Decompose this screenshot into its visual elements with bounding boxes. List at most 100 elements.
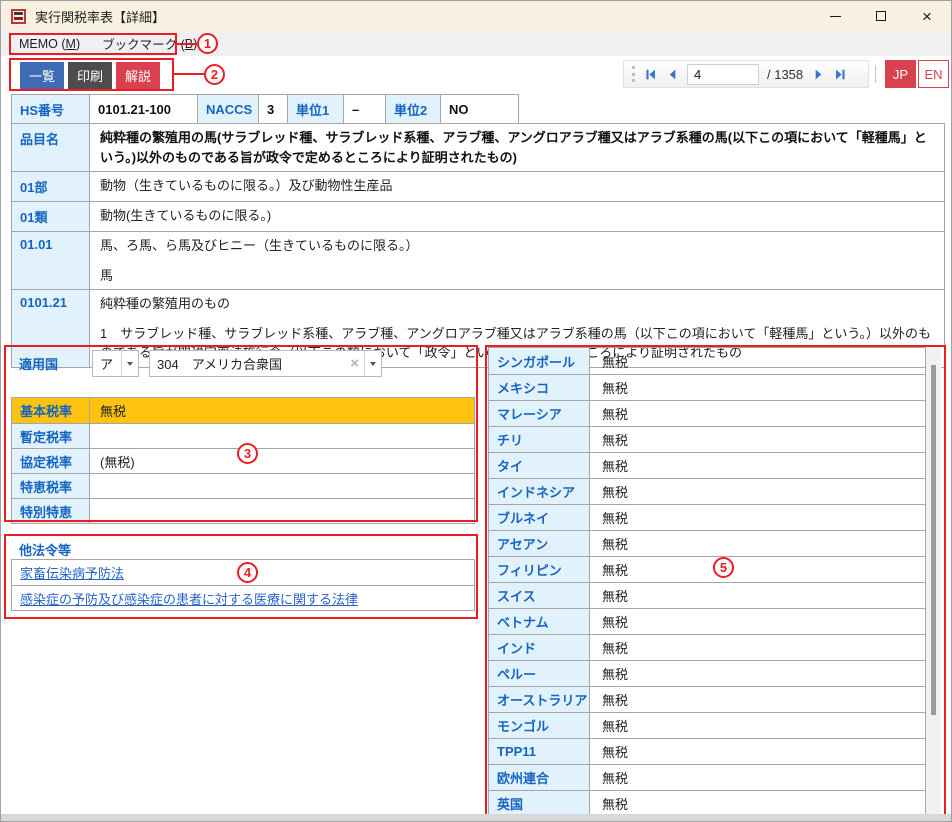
language-jp-button[interactable]: JP bbox=[885, 60, 916, 88]
country-rate: 無税 bbox=[590, 348, 925, 374]
ldc-rate-label: 特別特恵 bbox=[12, 499, 90, 523]
scrollbar-thumb[interactable] bbox=[931, 365, 936, 715]
pager-grip-icon[interactable] bbox=[632, 66, 635, 82]
table-row: オーストラリア無税 bbox=[489, 686, 925, 712]
heading-line-2: 馬 bbox=[100, 266, 934, 286]
menu-memo-close: ) bbox=[76, 37, 80, 51]
item-name-row: 品目名 純粋種の繁殖用の馬(サラブレッド種、サラブレッド系種、アラブ種、アングロ… bbox=[12, 124, 944, 171]
hs-header-row: HS番号 0101.21-100 NACCS 3 単位1 – 単位2 NO bbox=[11, 94, 519, 124]
country-name: マレーシア bbox=[489, 401, 590, 426]
rate-row-temporary: 暫定税率 bbox=[12, 423, 474, 448]
chevron-down-icon[interactable] bbox=[364, 351, 381, 376]
naccs-label: NACCS bbox=[198, 95, 259, 123]
country-rate: 無税 bbox=[590, 401, 925, 426]
country-rate: 無税 bbox=[590, 635, 925, 660]
wto-rate-label: 協定税率 bbox=[12, 449, 90, 473]
app-icon bbox=[11, 9, 26, 24]
menu-item-memo[interactable]: MEMO (M) bbox=[8, 31, 91, 56]
explain-button[interactable]: 解説 bbox=[116, 62, 160, 89]
country-name: チリ bbox=[489, 427, 590, 452]
table-row: インド無税 bbox=[489, 634, 925, 660]
hs-detail-table: HS番号 0101.21-100 NACCS 3 単位1 – 単位2 NO 品目… bbox=[11, 94, 945, 368]
table-row: タイ無税 bbox=[489, 452, 925, 478]
window-bottom-strip bbox=[1, 814, 951, 821]
law-row: 家畜伝染病予防法 bbox=[12, 560, 474, 585]
list-button[interactable]: 一覧 bbox=[20, 62, 64, 89]
law-link-infectious[interactable]: 感染症の予防及び感染症の患者に対する医療に関する法律 bbox=[20, 589, 358, 608]
country-name: ペルー bbox=[489, 661, 590, 686]
chapter-text: 動物(生きているものに限る。) bbox=[90, 202, 944, 231]
triangle-glyph bbox=[370, 362, 376, 366]
table-row: 英国無税 bbox=[489, 790, 925, 816]
country-index-select[interactable]: ア bbox=[92, 350, 139, 377]
country-rate: 無税 bbox=[590, 687, 925, 712]
country-index-value: ア bbox=[93, 354, 121, 373]
subheading-line-1: 純粋種の繁殖用のもの bbox=[100, 294, 934, 314]
country-select[interactable]: 304 アメリカ合衆国 × bbox=[149, 350, 382, 377]
next-page-button[interactable] bbox=[811, 67, 825, 81]
unit1-value: – bbox=[344, 95, 386, 123]
clear-icon[interactable]: × bbox=[345, 355, 364, 372]
unit2-label: 単位2 bbox=[386, 95, 441, 123]
temporary-rate-value bbox=[90, 424, 474, 448]
epa-rates-table: シンガポール無税 メキシコ無税 マレーシア無税 チリ無税 タイ無税 インドネシア… bbox=[488, 347, 926, 817]
country-name: モンゴル bbox=[489, 713, 590, 738]
maximize-icon bbox=[876, 11, 886, 21]
table-row: 欧州連合無税 bbox=[489, 764, 925, 790]
page-number-input[interactable] bbox=[687, 64, 759, 85]
ldc-rate-value bbox=[90, 499, 474, 523]
triangle-glyph bbox=[127, 362, 133, 366]
country-rate: 無税 bbox=[590, 375, 925, 400]
last-page-button[interactable] bbox=[833, 67, 847, 81]
law-row: 感染症の予防及び感染症の患者に対する医療に関する法律 bbox=[12, 585, 474, 610]
menu-bookmark-text: ブックマーク ( bbox=[102, 34, 185, 53]
country-name: 英国 bbox=[489, 791, 590, 816]
table-row: ペルー無税 bbox=[489, 660, 925, 686]
country-name: オーストラリア bbox=[489, 687, 590, 712]
basic-rate-label: 基本税率 bbox=[12, 398, 90, 423]
basic-rate-value: 無税 bbox=[90, 398, 474, 423]
print-button[interactable]: 印刷 bbox=[68, 62, 112, 89]
country-name: メキシコ bbox=[489, 375, 590, 400]
country-rate: 無税 bbox=[590, 453, 925, 478]
country-rate: 無税 bbox=[590, 713, 925, 738]
first-page-button[interactable] bbox=[643, 67, 657, 81]
other-laws-title: 他法令等 bbox=[19, 540, 71, 559]
chevron-down-icon[interactable] bbox=[121, 351, 138, 376]
language-en-button[interactable]: EN bbox=[918, 60, 949, 88]
table-row: ブルネイ無税 bbox=[489, 504, 925, 530]
menu-memo-accesskey: M bbox=[66, 37, 76, 51]
table-row: マレーシア無税 bbox=[489, 400, 925, 426]
heading-row: 01.01 馬、ろ馬、ら馬及びヒニー（生きているものに限る。） 馬 bbox=[12, 231, 944, 289]
unit2-value: NO bbox=[441, 95, 518, 123]
country-rate: 無税 bbox=[590, 661, 925, 686]
country-rate: 無税 bbox=[590, 765, 925, 790]
country-name: TPP11 bbox=[489, 739, 590, 764]
other-laws-table: 家畜伝染病予防法 感染症の予防及び感染症の患者に対する医療に関する法律 bbox=[11, 559, 475, 611]
app-window: 実行関税率表【詳細】 × MEMO (M) ブックマーク (B) 一覧 印刷 解… bbox=[0, 0, 952, 822]
table-row: インドネシア無税 bbox=[489, 478, 925, 504]
country-name: フィリピン bbox=[489, 557, 590, 582]
maximize-button[interactable] bbox=[858, 1, 904, 31]
country-rate: 無税 bbox=[590, 531, 925, 556]
law-link-livestock[interactable]: 家畜伝染病予防法 bbox=[20, 563, 124, 582]
minimize-button[interactable] bbox=[812, 1, 858, 31]
rate-row-wto: 協定税率 (無税) bbox=[12, 448, 474, 473]
close-button[interactable]: × bbox=[904, 1, 950, 31]
country-rate: 無税 bbox=[590, 479, 925, 504]
titlebar: 実行関税率表【詳細】 × bbox=[1, 1, 951, 31]
heading-label: 01.01 bbox=[12, 232, 90, 289]
menu-item-bookmark[interactable]: ブックマーク (B) bbox=[91, 31, 208, 56]
menu-bookmark-accesskey: B bbox=[185, 37, 193, 51]
vertical-scrollbar[interactable] bbox=[926, 347, 941, 815]
table-row: メキシコ無税 bbox=[489, 374, 925, 400]
pager: / 1358 bbox=[623, 60, 869, 88]
chapter-label: 01類 bbox=[12, 202, 90, 231]
prev-page-button[interactable] bbox=[665, 67, 679, 81]
temporary-rate-label: 暫定税率 bbox=[12, 424, 90, 448]
rates-table: 基本税率 無税 暫定税率 協定税率 (無税) 特恵税率 特別特恵 bbox=[11, 397, 475, 524]
rate-row-ldc: 特別特恵 bbox=[12, 498, 474, 523]
rate-row-basic: 基本税率 無税 bbox=[12, 398, 474, 423]
item-name-text: 純粋種の繁殖用の馬(サラブレッド種、サラブレッド系種、アラブ種、アングロアラブ種… bbox=[90, 124, 944, 171]
page-total-label: / 1358 bbox=[767, 67, 803, 82]
